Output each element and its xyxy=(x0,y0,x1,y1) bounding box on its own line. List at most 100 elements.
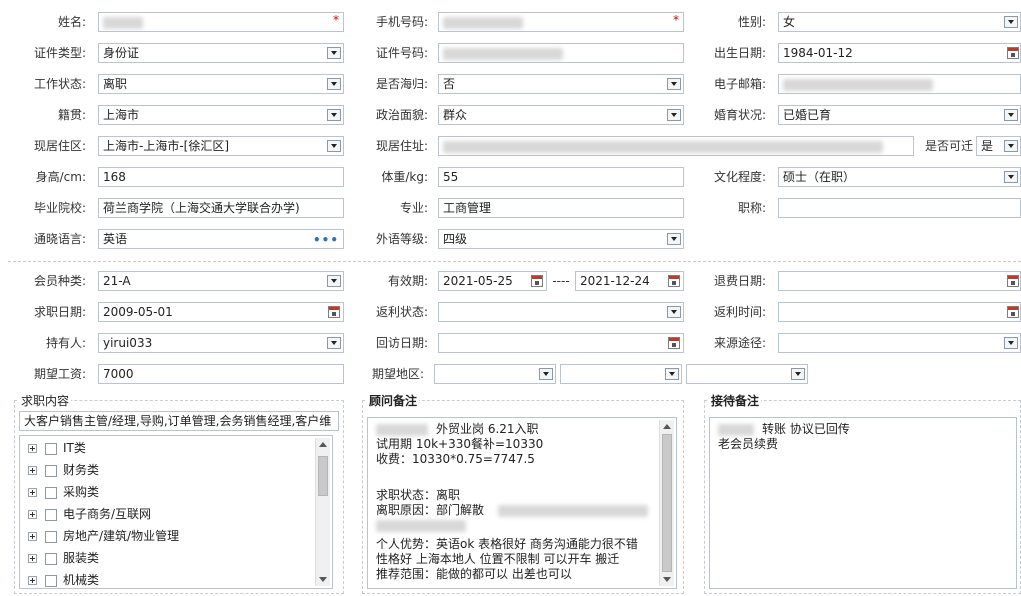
chevron-down-icon[interactable] xyxy=(1004,16,1018,28)
checkbox[interactable] xyxy=(45,508,57,521)
abroad-select[interactable]: 否 xyxy=(438,74,684,94)
name-field[interactable]: * xyxy=(98,12,344,32)
gender-value: 女 xyxy=(783,15,796,29)
region-district-select[interactable] xyxy=(686,364,808,384)
tree-item[interactable]: 电子商务/互联网 xyxy=(28,504,151,524)
chevron-down-icon[interactable] xyxy=(667,306,681,318)
chevron-down-icon[interactable] xyxy=(667,109,681,121)
chevron-down-icon[interactable] xyxy=(1004,337,1018,349)
tree-item[interactable]: 采购类 xyxy=(28,482,99,502)
expand-icon[interactable] xyxy=(28,510,37,519)
email-label: 电子邮箱: xyxy=(713,77,766,91)
native-select[interactable]: 上海市 xyxy=(98,105,344,125)
checkbox[interactable] xyxy=(45,486,57,499)
checkbox[interactable] xyxy=(45,552,57,565)
tree-item[interactable]: 财务类 xyxy=(28,460,99,480)
chevron-down-icon[interactable] xyxy=(1004,109,1018,121)
scroll-down-icon[interactable] xyxy=(319,577,327,582)
expand-icon[interactable] xyxy=(28,576,37,585)
calendar-icon[interactable] xyxy=(668,275,680,287)
weight-field[interactable]: 55 xyxy=(438,167,684,187)
job-summary-field[interactable]: 大客户销售主管/经理,导购,订单管理,会务销售经理,客户维 xyxy=(19,411,339,431)
birth-date-field[interactable]: 1984-01-12 xyxy=(778,43,1021,63)
reception-notes-textarea[interactable]: 转账 协议已回传 老会员续费 xyxy=(709,417,1017,589)
member-type-select[interactable]: 21-A xyxy=(98,271,344,291)
redacted xyxy=(498,504,649,517)
expand-icon[interactable] xyxy=(28,444,37,453)
rebate-time-field[interactable] xyxy=(778,302,1021,322)
scroll-down-icon[interactable] xyxy=(663,577,671,582)
redacted xyxy=(718,423,754,436)
valid-end-field[interactable]: 2021-12-24 xyxy=(575,271,684,291)
chevron-down-icon[interactable] xyxy=(327,109,341,121)
tree-item[interactable]: 机械类 xyxy=(28,570,99,588)
chevron-down-icon[interactable] xyxy=(1004,140,1018,152)
expand-icon[interactable] xyxy=(28,554,37,563)
height-field[interactable]: 168 xyxy=(98,167,344,187)
relocate-select[interactable]: 是 xyxy=(976,136,1021,156)
valid-start-field[interactable]: 2021-05-25 xyxy=(438,271,547,291)
calendar-icon[interactable] xyxy=(328,306,340,318)
source-select[interactable] xyxy=(778,333,1021,353)
scroll-up-icon[interactable] xyxy=(663,424,671,429)
region-city-select[interactable] xyxy=(560,364,682,384)
chevron-down-icon[interactable] xyxy=(327,140,341,152)
note-line: 求职状态：离职 xyxy=(376,488,461,502)
calendar-icon[interactable] xyxy=(531,275,543,287)
email-field[interactable] xyxy=(778,74,1021,94)
refund-date-field[interactable] xyxy=(778,271,1021,291)
chevron-down-icon[interactable] xyxy=(667,78,681,90)
school-field[interactable]: 荷兰商学院（上海交通大学联合办学) xyxy=(98,198,344,218)
chevron-down-icon[interactable] xyxy=(665,368,679,380)
chevron-down-icon[interactable] xyxy=(1004,171,1018,183)
tree-item[interactable]: 服装类 xyxy=(28,548,99,568)
area-select[interactable]: 上海市-上海市-[徐汇区] xyxy=(98,136,344,156)
work-status-select[interactable]: 离职 xyxy=(98,74,344,94)
calendar-icon[interactable] xyxy=(668,337,680,349)
tree-item[interactable]: IT类 xyxy=(28,438,86,458)
chevron-down-icon[interactable] xyxy=(791,368,805,380)
chevron-down-icon[interactable] xyxy=(327,275,341,287)
scroll-thumb[interactable] xyxy=(662,434,672,572)
chevron-down-icon[interactable] xyxy=(327,337,341,349)
checkbox[interactable] xyxy=(45,464,57,477)
chevron-down-icon[interactable] xyxy=(327,47,341,59)
scrollbar[interactable] xyxy=(659,420,674,586)
marital-select[interactable]: 已婚已育 xyxy=(778,105,1021,125)
title-field[interactable] xyxy=(778,198,1021,218)
rebate-status-select[interactable] xyxy=(438,302,684,322)
address-field[interactable] xyxy=(438,136,914,156)
language-field[interactable]: 英语 ••• xyxy=(98,229,344,249)
phone-field[interactable]: * xyxy=(438,12,684,32)
scrollbar[interactable] xyxy=(315,438,330,586)
expand-icon[interactable] xyxy=(28,466,37,475)
calendar-icon[interactable] xyxy=(1007,275,1019,287)
chevron-down-icon[interactable] xyxy=(539,368,553,380)
expand-icon[interactable] xyxy=(28,532,37,541)
calendar-icon[interactable] xyxy=(1007,47,1019,59)
political-select[interactable]: 群众 xyxy=(438,105,684,125)
gender-select[interactable]: 女 xyxy=(778,12,1021,32)
idnum-field[interactable] xyxy=(438,43,684,63)
checkbox[interactable] xyxy=(45,574,57,587)
calendar-icon[interactable] xyxy=(1007,306,1019,318)
region-province-select[interactable] xyxy=(434,364,556,384)
scroll-thumb[interactable] xyxy=(318,456,328,496)
holder-select[interactable]: yirui033 xyxy=(98,333,344,353)
job-date-field[interactable]: 2009-05-01 xyxy=(98,302,344,322)
visit-date-field[interactable] xyxy=(438,333,684,353)
major-field[interactable]: 工商管理 xyxy=(438,198,684,218)
tree-item[interactable]: 房地产/建筑/物业管理 xyxy=(28,526,179,546)
checkbox[interactable] xyxy=(45,530,57,543)
language-level-select[interactable]: 四级 xyxy=(438,229,684,249)
chevron-down-icon[interactable] xyxy=(327,78,341,90)
chevron-down-icon[interactable] xyxy=(667,233,681,245)
checkbox[interactable] xyxy=(45,442,57,455)
salary-field[interactable]: 7000 xyxy=(98,364,344,384)
expand-icon[interactable] xyxy=(28,488,37,497)
idtype-select[interactable]: 身份证 xyxy=(98,43,344,63)
scroll-up-icon[interactable] xyxy=(319,442,327,447)
more-options-icon[interactable]: ••• xyxy=(313,231,339,248)
advisor-notes-textarea[interactable]: 外贸业岗 6.21入职 试用期 10k+330餐补=10330 收费：10330… xyxy=(367,417,677,589)
education-select[interactable]: 硕士（在职） xyxy=(778,167,1021,187)
